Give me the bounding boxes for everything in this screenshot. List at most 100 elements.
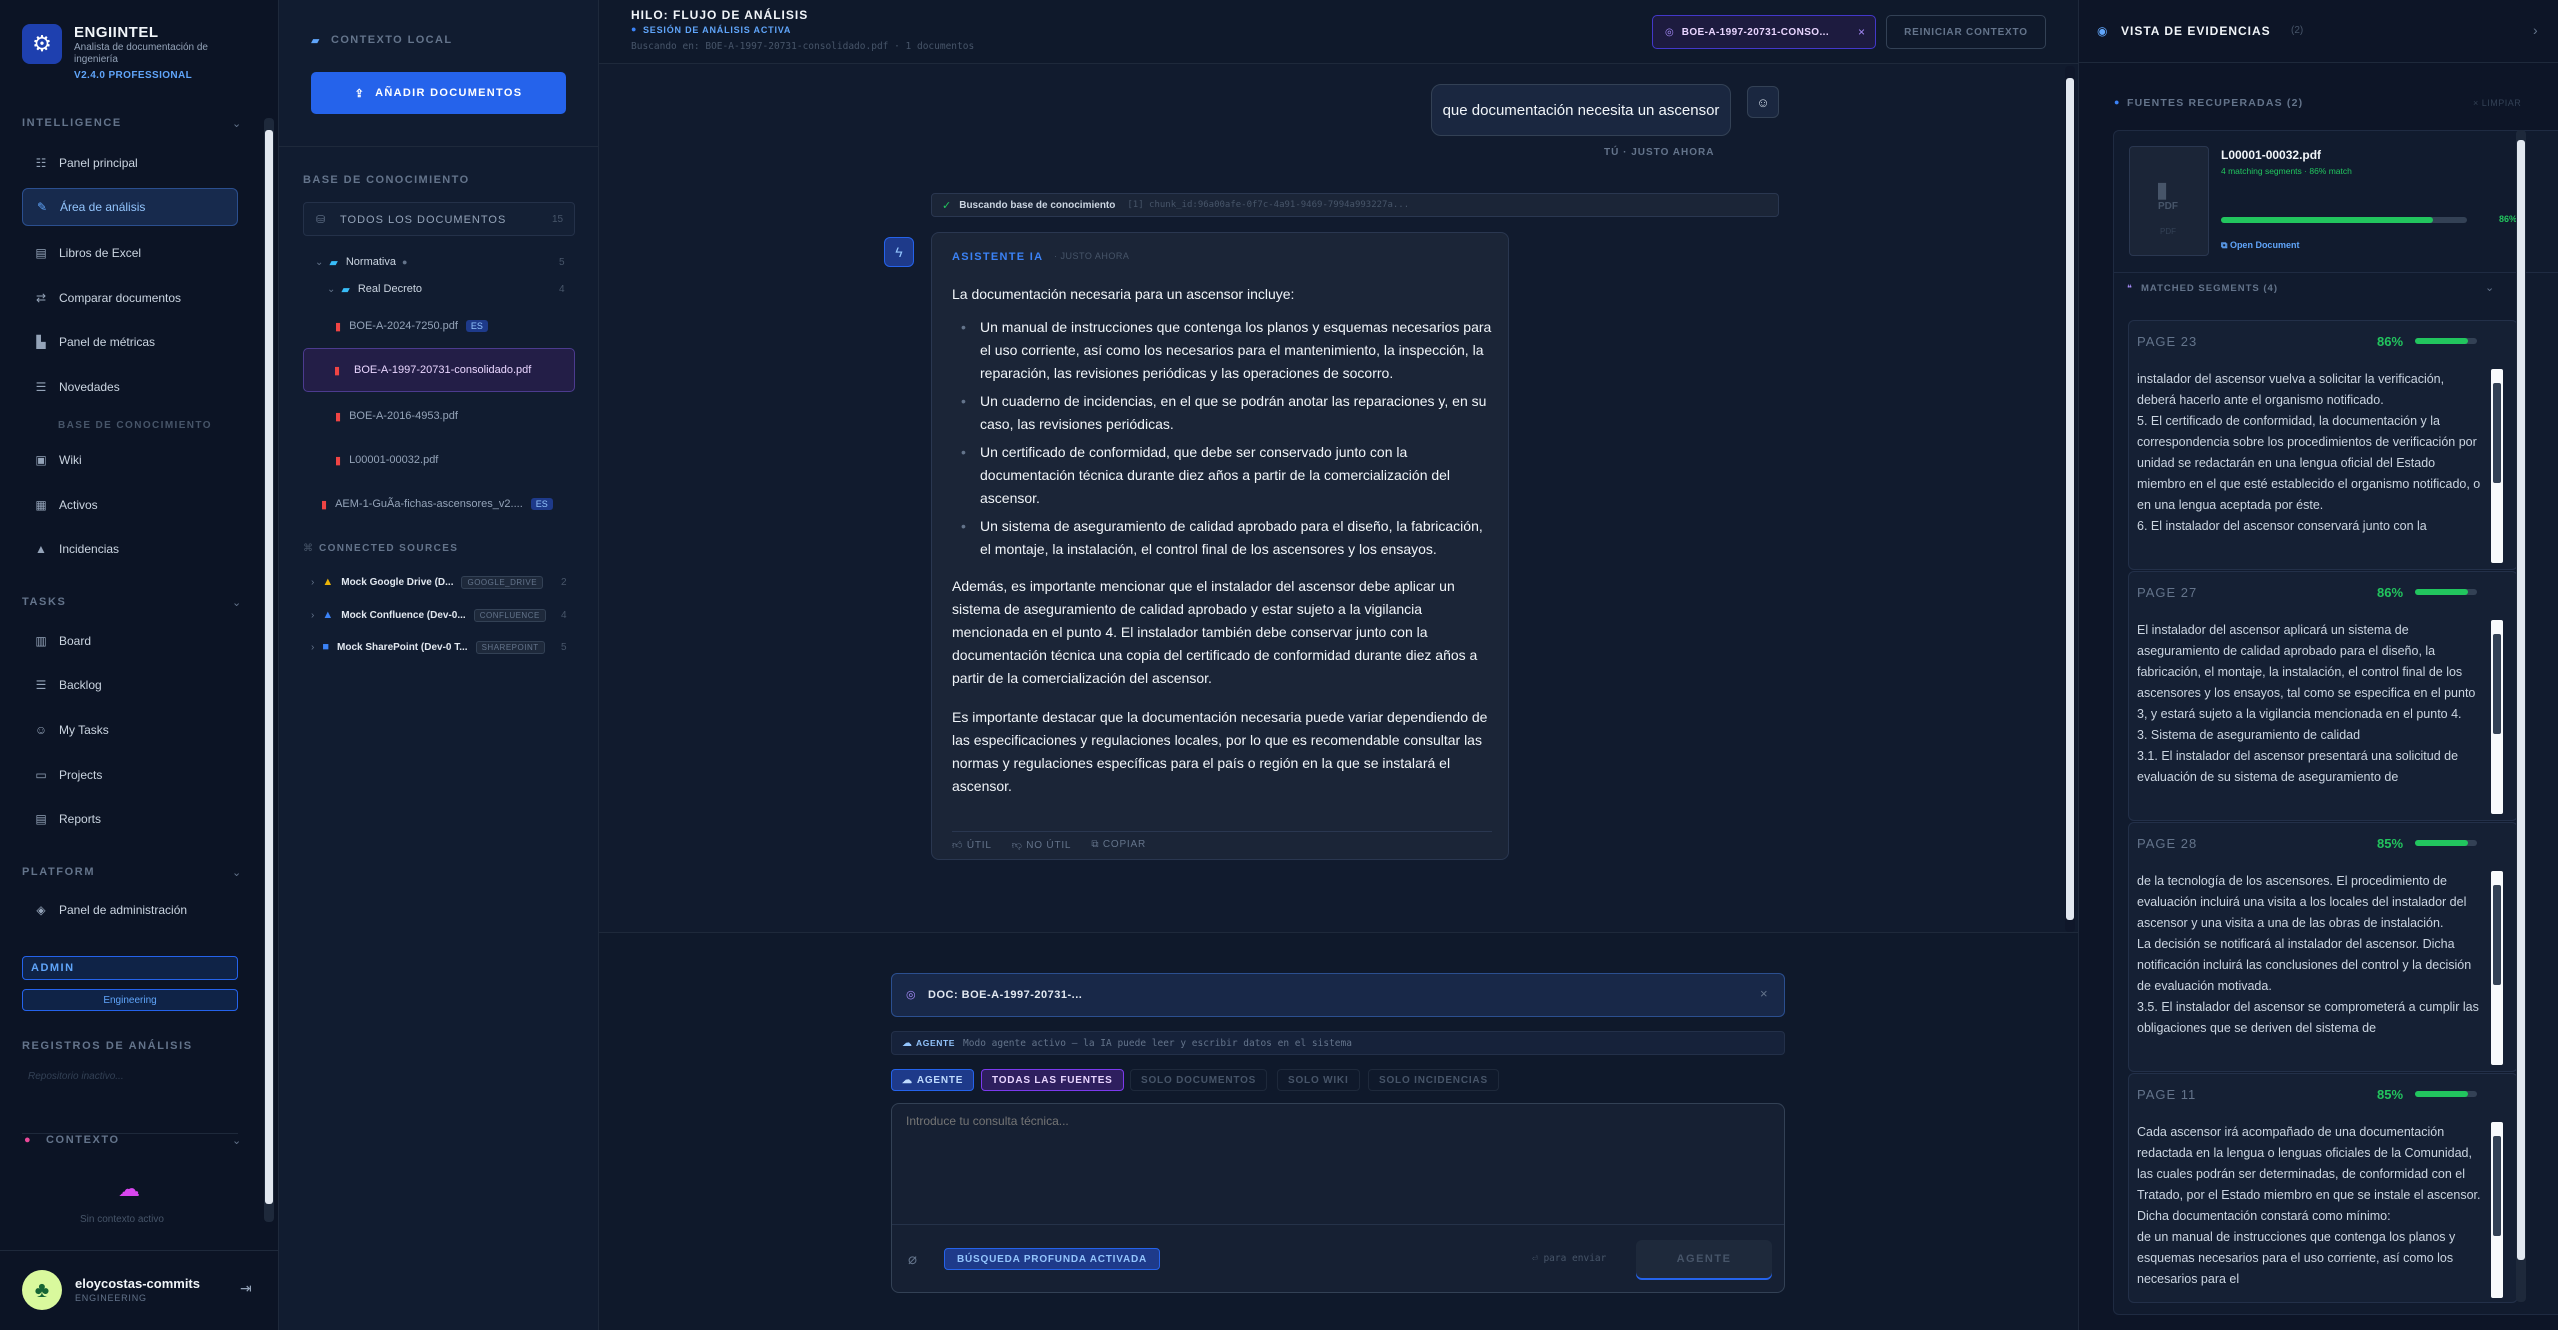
useful-label: ÚTIL — [966, 840, 992, 851]
nav-panel-principal[interactable]: ☷ Panel principal — [22, 144, 238, 182]
chevron-down-icon[interactable]: ⌄ — [2485, 281, 2494, 294]
reset-context-button[interactable]: REINICIAR CONTEXTO — [1886, 15, 2046, 49]
source-confluence[interactable]: › ▲ Mock Confluence (Dev-0... CONFLUENCE… — [311, 604, 575, 626]
brand-logo-icon: ⚙ — [22, 24, 62, 64]
nav-wiki[interactable]: ▣ Wiki — [22, 441, 238, 479]
source-label: Mock Confluence (Dev-0... — [341, 609, 466, 621]
segment-scrollbar[interactable] — [2491, 871, 2503, 1065]
folder-real-decreto[interactable]: ⌄ ▰ Real Decreto 4 — [327, 278, 575, 300]
nav-label: Área de análisis — [60, 200, 146, 214]
ai-paragraph: Es importante destacar que la documentac… — [952, 709, 1488, 794]
scroll-thumb[interactable] — [2066, 78, 2074, 920]
close-icon[interactable]: × — [1858, 25, 1865, 39]
deep-search-toggle[interactable]: BÚSQUEDA PROFUNDA ACTIVADA — [944, 1248, 1161, 1270]
chevron-down-icon[interactable]: ⌄ — [232, 596, 241, 609]
filter-documents[interactable]: SOLO DOCUMENTOS — [1130, 1069, 1268, 1091]
send-button[interactable]: AGENTE — [1636, 1240, 1772, 1278]
clear-button[interactable]: × LIMPIAR — [2473, 98, 2521, 108]
source-sharepoint[interactable]: › ■ Mock SharePoint (Dev-0 T... SHAREPOI… — [311, 636, 575, 658]
doc-chip[interactable]: ◎ BOE-A-1997-20731-CONSO... × — [1652, 15, 1876, 49]
chevron-down-icon[interactable]: ⌄ — [232, 117, 241, 130]
filter-all-sources[interactable]: TODAS LAS FUENTES — [981, 1069, 1124, 1091]
logout-icon[interactable]: ⇥ — [240, 1280, 252, 1297]
filter-agent[interactable]: ☁ AGENTE — [891, 1069, 975, 1091]
all-documents-item[interactable]: ⛁ TODOS LOS DOCUMENTOS 15 — [303, 202, 575, 236]
eye-icon: ◉ — [2097, 24, 2108, 38]
folder-count: 5 — [559, 256, 565, 268]
feedback-bar: 👍︎ ÚTIL 👎︎ NO ÚTIL ⧉ COPIAR — [952, 839, 1146, 851]
nav-backlog[interactable]: ☰ Backlog — [22, 666, 238, 704]
avatar[interactable]: ♣ — [22, 1270, 62, 1310]
pdf-icon: ▮ — [335, 320, 342, 333]
evidence-scrollbar[interactable] — [2516, 130, 2526, 1302]
nav-activos[interactable]: ▦ Activos — [22, 486, 238, 524]
nav-incidencias[interactable]: ▲ Incidencias — [22, 530, 238, 568]
copy-button[interactable]: ⧉ COPIAR — [1091, 839, 1146, 851]
scroll-thumb[interactable] — [2493, 1136, 2501, 1236]
external-link-icon: ⧉ — [2221, 240, 2230, 250]
nav-panel-metricas[interactable]: ▙ Panel de métricas — [22, 323, 238, 361]
section-logs: REGISTROS DE ANÁLISIS — [22, 1040, 193, 1052]
divider — [2113, 272, 2558, 273]
file-item[interactable]: ▮ BOE-A-2016-4953.pdf — [335, 405, 458, 427]
chat-main: HILO: FLUJO DE ANÁLISIS ● SESIÓN DE ANÁL… — [599, 0, 2078, 1330]
match-bar-fill — [2221, 217, 2433, 223]
ai-list: Un manual de instrucciones que contenga … — [961, 316, 1492, 561]
scroll-thumb[interactable] — [2517, 140, 2525, 1260]
source-google-drive[interactable]: › ▲ Mock Google Drive (D... GOOGLE_DRIVE… — [311, 571, 575, 593]
open-document-link[interactable]: ⧉ Open Document — [2221, 240, 2299, 251]
add-documents-button[interactable]: ⇪ AÑADIR DOCUMENTOS — [311, 72, 566, 114]
file-item[interactable]: ▮ BOE-A-2024-7250.pdf ES — [335, 315, 488, 337]
nav-projects[interactable]: ▭ Projects — [22, 756, 238, 794]
chevron-right-icon[interactable]: › — [2533, 22, 2538, 38]
file-item[interactable]: ▮ AEM-1-GuÃa-fichas-ascensores_v2.... ES — [321, 493, 553, 515]
nav-comparar-documentos[interactable]: ⇄ Comparar documentos — [22, 279, 238, 317]
chevron-down-icon[interactable]: ⌄ — [232, 866, 241, 879]
divider — [952, 831, 1492, 832]
nav-board[interactable]: ▥ Board — [22, 622, 238, 660]
segment-header: PAGE 11 85% — [2137, 1080, 2509, 1108]
filter-wiki[interactable]: SOLO WIKI — [1277, 1069, 1360, 1091]
thumbs-down-icon: 👎︎ — [1011, 840, 1027, 851]
nav-my-tasks[interactable]: ☺ My Tasks — [22, 711, 238, 749]
chat-header: HILO: FLUJO DE ANÁLISIS ● SESIÓN DE ANÁL… — [599, 0, 2078, 64]
nav-libros-excel[interactable]: ▤ Libros de Excel — [22, 234, 238, 272]
file-item-selected[interactable]: ▮ BOE-A-1997-20731-consolidado.pdf — [303, 348, 575, 392]
close-icon[interactable]: × — [1760, 986, 1768, 1001]
chevron-down-icon[interactable]: ⌄ — [232, 1134, 241, 1147]
chat-scrollbar[interactable] — [2065, 66, 2075, 932]
confluence-icon: ▲ — [322, 609, 334, 621]
query-input[interactable] — [906, 1114, 1766, 1214]
segment-scrollbar[interactable] — [2491, 1122, 2503, 1298]
segment-pct: 85% — [2377, 835, 2404, 851]
file-label: BOE-A-2016-4953.pdf — [349, 410, 458, 422]
filter-incidencias[interactable]: SOLO INCIDENCIAS — [1368, 1069, 1499, 1091]
context-empty: Sin contexto activo — [80, 1214, 164, 1225]
nav-label: Panel principal — [59, 156, 138, 170]
ai-list-item: Un cuaderno de incidencias, en el que se… — [961, 390, 1492, 436]
nav-label: Libros de Excel — [59, 246, 142, 260]
target-icon: ◎ — [906, 989, 916, 1001]
file-item[interactable]: ▮ L00001-00032.pdf — [335, 449, 438, 471]
sidebar-scrollbar[interactable] — [264, 118, 274, 1222]
not-useful-button[interactable]: 👎︎ NO ÚTIL — [1012, 839, 1072, 851]
segment-text: El instalador del ascensor aplicará un s… — [2137, 623, 2476, 784]
folder-normativa[interactable]: ⌄ ▰ Normativa ● 5 — [315, 251, 575, 273]
nav-area-analisis[interactable]: ✎ Área de análisis — [22, 188, 238, 226]
nav-panel-admin[interactable]: ◈ Panel de administración — [22, 891, 238, 929]
scroll-thumb[interactable] — [265, 130, 273, 1204]
copy-label: COPIAR — [1102, 839, 1146, 850]
segment-scrollbar[interactable] — [2491, 620, 2503, 814]
scroll-thumb[interactable] — [2493, 634, 2501, 734]
segment-scrollbar[interactable] — [2491, 369, 2503, 563]
app-root: ⚙ ENGIINTEL Analista de documentación de… — [0, 0, 2558, 1330]
pdf-thumbnail[interactable]: ▮ PDF PDF — [2129, 146, 2209, 256]
nav-novedades[interactable]: ☰ Novedades — [22, 368, 238, 406]
nav-reports[interactable]: ▤ Reports — [22, 800, 238, 838]
check-icon: ✓ — [942, 199, 952, 212]
attach-icon[interactable]: ⌀ — [908, 1250, 917, 1268]
scroll-thumb[interactable] — [2493, 383, 2501, 483]
useful-button[interactable]: 👍︎ ÚTIL — [952, 839, 992, 851]
scroll-thumb[interactable] — [2493, 885, 2501, 985]
evidence-count: (2) — [2291, 25, 2304, 36]
